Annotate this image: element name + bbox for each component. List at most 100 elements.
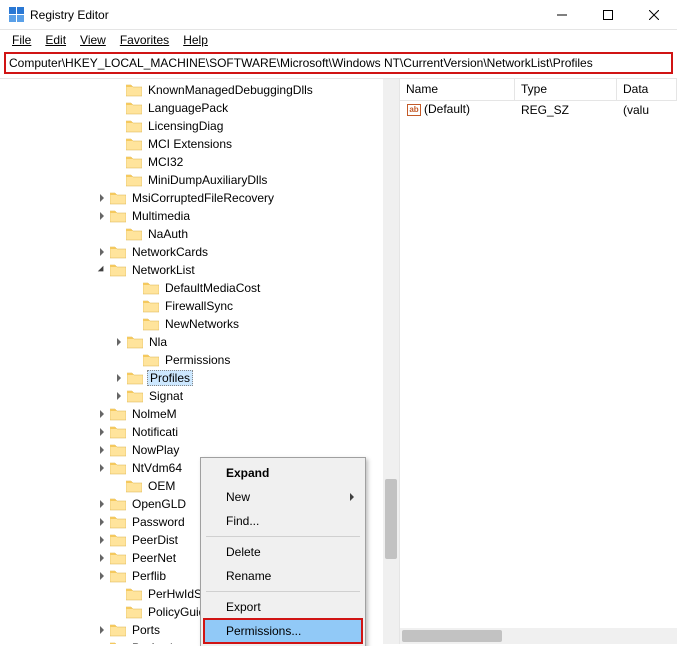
folder-icon	[110, 533, 126, 547]
tree-item-label: MCI Extensions	[146, 137, 234, 151]
chevron-right-icon[interactable]	[94, 622, 110, 638]
values-pane[interactable]: Name Type Data ab(Default) REG_SZ (valu	[400, 79, 677, 644]
tree-item-label: LanguagePack	[146, 101, 230, 115]
chevron-right-icon[interactable]	[94, 244, 110, 260]
chevron-right-icon[interactable]	[94, 190, 110, 206]
values-horizontal-scrollbar[interactable]	[400, 628, 677, 644]
folder-icon	[110, 245, 126, 259]
minimize-button[interactable]	[539, 0, 585, 29]
value-type: REG_SZ	[515, 103, 617, 117]
tree-item[interactable]: FirewallSync	[0, 297, 399, 315]
tree-item-label: OEM	[146, 479, 177, 493]
chevron-right-icon[interactable]	[94, 640, 110, 644]
folder-icon	[110, 515, 126, 529]
tree-item[interactable]: NetworkList	[0, 261, 399, 279]
ctx-permissions[interactable]: Permissions...	[204, 619, 362, 643]
chevron-right-icon[interactable]	[111, 334, 127, 350]
tree-item-label: Perflib	[130, 569, 168, 583]
tree-item[interactable]: NetworkCards	[0, 243, 399, 261]
tree-item[interactable]: MsiCorruptedFileRecovery	[0, 189, 399, 207]
menu-help[interactable]: Help	[177, 31, 214, 49]
folder-icon	[110, 551, 126, 565]
ctx-rename[interactable]: Rename	[204, 564, 362, 588]
tree-vertical-scrollbar[interactable]	[383, 79, 399, 644]
tree-item[interactable]: NaAuth	[0, 225, 399, 243]
menu-favorites[interactable]: Favorites	[114, 31, 175, 49]
menu-file[interactable]: File	[6, 31, 37, 49]
tree-item[interactable]: Nla	[0, 333, 399, 351]
tree-item-label: NaAuth	[146, 227, 190, 241]
value-name: (Default)	[424, 102, 470, 116]
tree-item-label: NolmeM	[130, 407, 179, 421]
folder-icon	[126, 119, 142, 133]
chevron-right-icon[interactable]	[94, 550, 110, 566]
ctx-find[interactable]: Find...	[204, 509, 362, 533]
chevron-down-icon[interactable]	[94, 262, 110, 278]
tree-item[interactable]: MCI32	[0, 153, 399, 171]
folder-icon	[126, 587, 142, 601]
tree-item-label: Multimedia	[130, 209, 192, 223]
tree-item[interactable]: KnownManagedDebuggingDlls	[0, 81, 399, 99]
address-bar[interactable]: Computer\HKEY_LOCAL_MACHINE\SOFTWARE\Mic…	[4, 52, 673, 74]
folder-icon	[126, 479, 142, 493]
folder-icon	[126, 101, 142, 115]
chevron-none	[110, 118, 126, 134]
column-data[interactable]: Data	[617, 79, 677, 100]
folder-icon	[127, 371, 143, 385]
chevron-right-icon[interactable]	[94, 442, 110, 458]
ctx-new[interactable]: New	[204, 485, 362, 509]
ctx-expand[interactable]: Expand	[204, 461, 362, 485]
ctx-delete[interactable]: Delete	[204, 540, 362, 564]
tree-item-label: NewNetworks	[163, 317, 241, 331]
ctx-separator	[206, 591, 360, 592]
tree-item[interactable]: NewNetworks	[0, 315, 399, 333]
tree-item[interactable]: MiniDumpAuxiliaryDlls	[0, 171, 399, 189]
tree-item[interactable]: Notificati	[0, 423, 399, 441]
value-data: (valu	[617, 103, 677, 117]
tree-item[interactable]: LanguagePack	[0, 99, 399, 117]
tree-item[interactable]: Permissions	[0, 351, 399, 369]
tree-item-label: Notificati	[130, 425, 180, 439]
column-type[interactable]: Type	[515, 79, 617, 100]
menu-edit[interactable]: Edit	[39, 31, 72, 49]
chevron-right-icon[interactable]	[94, 406, 110, 422]
column-name[interactable]: Name	[400, 79, 515, 100]
chevron-right-icon[interactable]	[94, 424, 110, 440]
menu-view[interactable]: View	[74, 31, 112, 49]
address-text: Computer\HKEY_LOCAL_MACHINE\SOFTWARE\Mic…	[9, 56, 593, 70]
chevron-right-icon[interactable]	[111, 370, 127, 386]
tree-item-label: PeerNet	[130, 551, 178, 565]
tree-item[interactable]: MCI Extensions	[0, 135, 399, 153]
tree-item[interactable]: Profiles	[0, 369, 399, 387]
tree-item-label: PeerDist	[130, 533, 180, 547]
chevron-none	[110, 100, 126, 116]
tree-item-label: MsiCorruptedFileRecovery	[130, 191, 276, 205]
close-button[interactable]	[631, 0, 677, 29]
chevron-right-icon[interactable]	[94, 514, 110, 530]
tree-item-label: Signat	[147, 389, 185, 403]
value-row[interactable]: ab(Default) REG_SZ (valu	[400, 101, 677, 119]
chevron-right-icon[interactable]	[94, 208, 110, 224]
ctx-export[interactable]: Export	[204, 595, 362, 619]
tree-item[interactable]: NolmeM	[0, 405, 399, 423]
maximize-button[interactable]	[585, 0, 631, 29]
chevron-right-icon[interactable]	[94, 460, 110, 476]
tree-item[interactable]: Multimedia	[0, 207, 399, 225]
chevron-right-icon[interactable]	[111, 388, 127, 404]
chevron-none	[110, 82, 126, 98]
folder-icon	[110, 623, 126, 637]
chevron-right-icon[interactable]	[94, 532, 110, 548]
chevron-none	[127, 298, 143, 314]
ctx-separator	[206, 536, 360, 537]
tree-item-label: MiniDumpAuxiliaryDlls	[146, 173, 269, 187]
tree-item-label: Ports	[130, 623, 162, 637]
folder-icon	[110, 263, 126, 277]
chevron-right-icon[interactable]	[94, 568, 110, 584]
chevron-none	[110, 478, 126, 494]
chevron-none	[110, 154, 126, 170]
chevron-none	[110, 586, 126, 602]
tree-item[interactable]: LicensingDiag	[0, 117, 399, 135]
tree-item[interactable]: DefaultMediaCost	[0, 279, 399, 297]
tree-item[interactable]: Signat	[0, 387, 399, 405]
chevron-right-icon[interactable]	[94, 496, 110, 512]
